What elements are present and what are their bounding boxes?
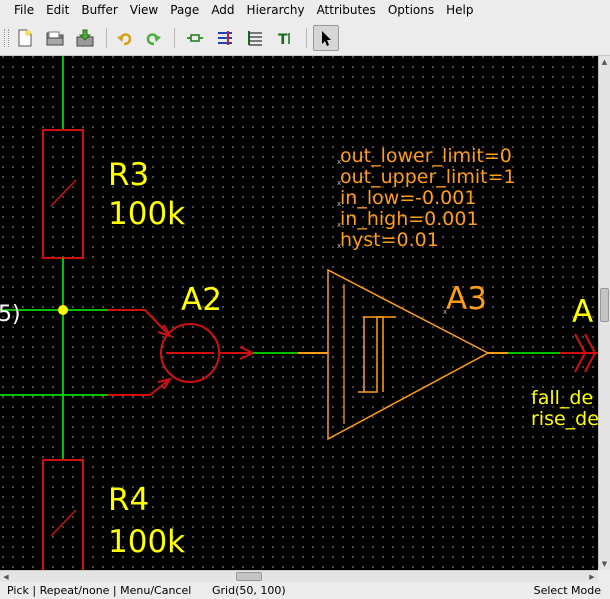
scroll-left-icon[interactable]: ◀	[0, 571, 12, 582]
menu-edit[interactable]: Edit	[40, 0, 75, 21]
menu-file[interactable]: File	[8, 0, 40, 21]
scroll-up-icon[interactable]: ▲	[599, 56, 610, 68]
schematic-drawing: R3 100k 5) A2 A3 out_lower_limit=0 out_u…	[0, 56, 598, 570]
gschem-window: File Edit Buffer View Page Add Hierarchy…	[0, 0, 610, 599]
r4-value[interactable]: 100k	[108, 524, 185, 560]
resistor-r4-symbol	[50, 509, 77, 537]
horizontal-scroll-thumb[interactable]	[236, 572, 262, 581]
new-file-button[interactable]	[14, 27, 36, 49]
undo-icon	[117, 33, 132, 46]
toolbar: T	[0, 21, 610, 56]
a4-refdes-partial[interactable]: A	[572, 294, 593, 330]
open-folder-icon	[46, 31, 64, 46]
add-net-button[interactable]	[214, 27, 236, 49]
status-bar: Pick | Repeat/none | Menu/Cancel Grid(50…	[0, 582, 610, 599]
menu-hierarchy[interactable]: Hierarchy	[241, 0, 311, 21]
r3-value[interactable]: 100k	[108, 196, 185, 232]
horizontal-scrollbar[interactable]: ◀ ▶	[0, 570, 598, 582]
add-component-icon	[187, 34, 203, 42]
add-text-button[interactable]: T	[274, 27, 296, 49]
svg-text:x: x	[337, 158, 341, 166]
menu-page[interactable]: Page	[164, 0, 205, 21]
add-bus-button[interactable]	[244, 27, 266, 49]
vertical-scroll-thumb[interactable]	[600, 288, 609, 322]
redo-button[interactable]	[142, 27, 164, 49]
toolbar-separator	[174, 28, 175, 48]
menu-buffer[interactable]: Buffer	[75, 0, 123, 21]
a3-param[interactable]: in_low=-0.001	[340, 187, 476, 209]
toolbar-separator	[106, 28, 107, 48]
add-text-icon: T	[278, 32, 290, 47]
svg-text:x: x	[337, 200, 341, 208]
a2-refdes[interactable]: A2	[181, 282, 222, 318]
offscreen-label-fragment[interactable]: 5)	[0, 302, 21, 327]
a4-param-partial[interactable]: fall_de	[531, 387, 593, 409]
svg-text:x: x	[337, 221, 341, 229]
mode-indicator: Select Mode	[533, 584, 601, 597]
scroll-down-icon[interactable]: ▼	[599, 558, 610, 570]
grid-indicator: Grid(50, 100)	[212, 584, 286, 597]
redo-icon	[146, 33, 161, 46]
new-file-icon	[18, 29, 32, 47]
a3-hysteresis-curve	[363, 316, 384, 392]
svg-text:x: x	[337, 242, 341, 250]
select-arrow-icon	[322, 31, 331, 46]
scrollbar-corner	[598, 570, 610, 582]
net-junction[interactable]	[58, 305, 68, 315]
add-bus-icon	[248, 31, 262, 46]
a3-param[interactable]: in_high=0.001	[340, 208, 479, 230]
schematic-canvas[interactable]: R3 100k 5) A2 A3 out_lower_limit=0 out_u…	[0, 56, 598, 570]
save-button[interactable]	[74, 27, 96, 49]
save-icon	[76, 29, 94, 47]
menu-options[interactable]: Options	[382, 0, 440, 21]
svg-text:x: x	[337, 179, 341, 187]
undo-button[interactable]	[114, 27, 136, 49]
menu-add[interactable]: Add	[205, 0, 240, 21]
resistor-r3-symbol	[50, 179, 77, 207]
resistor-r4[interactable]	[42, 459, 84, 570]
svg-text:x: x	[443, 308, 447, 316]
a3-param[interactable]: out_lower_limit=0	[340, 145, 512, 167]
open-file-button[interactable]	[44, 27, 66, 49]
a4-param-partial[interactable]: rise_de	[531, 408, 598, 430]
a3-param[interactable]: hyst=0.01	[340, 229, 439, 251]
a3-refdes[interactable]: A3	[446, 281, 487, 317]
vertical-scrollbar[interactable]: ▲ ▼	[598, 56, 610, 570]
select-mode-button[interactable]	[313, 25, 339, 51]
menu-attributes[interactable]: Attributes	[311, 0, 382, 21]
scroll-right-icon[interactable]: ▶	[586, 571, 598, 582]
mouse-hint: Pick | Repeat/none | Menu/Cancel	[7, 584, 192, 597]
menu-bar: File Edit Buffer View Page Add Hierarchy…	[0, 0, 610, 21]
r3-refdes[interactable]: R3	[108, 157, 149, 193]
toolbar-handle[interactable]	[4, 29, 9, 47]
add-net-icon	[218, 31, 232, 45]
r4-refdes[interactable]: R4	[108, 482, 149, 518]
toolbar-separator	[306, 28, 307, 48]
menu-view[interactable]: View	[124, 0, 164, 21]
add-component-button[interactable]	[184, 27, 206, 49]
a3-param[interactable]: out_upper_limit=1	[340, 166, 516, 188]
menu-help[interactable]: Help	[440, 0, 479, 21]
svg-text:T: T	[278, 32, 288, 47]
